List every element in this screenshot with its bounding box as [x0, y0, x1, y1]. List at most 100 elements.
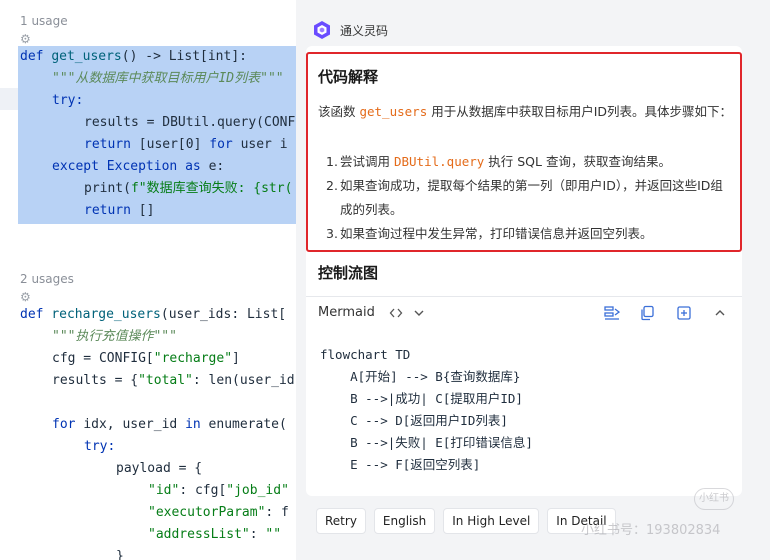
- docstring: """从数据库中获取目标用户ID列表""": [52, 71, 284, 86]
- keyword: as: [185, 159, 209, 174]
- code-line: cfg = CONFIG["recharge"]: [52, 348, 240, 370]
- code-text: (user_ids: List[: [160, 307, 287, 322]
- explain-steps: 1. 尝试调用 DBUtil.query 执行 SQL 查询，获取查询结果。 2.…: [318, 150, 732, 246]
- keyword: def: [20, 307, 52, 322]
- explain-intro: 该函数 get_users 用于从数据库中获取目标用户ID列表。具体步骤如下：: [318, 100, 732, 124]
- string: "executorParam": [148, 505, 266, 520]
- code-line: return []: [84, 200, 154, 222]
- code-text: : len(user_id: [192, 373, 295, 388]
- inline-code: DBUtil.query: [393, 154, 485, 169]
- code-line: "id": cfg["job_id": [148, 480, 289, 502]
- list-item: 3. 如果查询过程中发生异常，打印错误信息并返回空列表。: [318, 222, 732, 246]
- step-number: 2.: [326, 178, 338, 193]
- ai-hint-icon[interactable]: ⚙: [20, 32, 31, 46]
- code-line: payload = {: [116, 458, 202, 480]
- step-text: 尝试调用: [340, 154, 394, 169]
- code-text: []: [138, 203, 155, 218]
- usage-hint[interactable]: 2 usages: [20, 272, 74, 286]
- code-text: e:: [208, 159, 225, 174]
- code-line: print(f"数据库查询失败: {str(: [84, 178, 292, 200]
- editor-gutter: [0, 0, 18, 560]
- watermark-badge: 小红书: [694, 488, 734, 510]
- code-line: try:: [52, 90, 83, 112]
- gutter-highlight: [0, 88, 18, 110]
- chevron-up-icon[interactable]: [712, 305, 728, 321]
- tongyi-logo-icon: [314, 21, 330, 39]
- code-text: : cfg[: [179, 483, 227, 498]
- code-text: payload = {: [116, 461, 203, 476]
- code-line: except Exception as e:: [52, 156, 224, 178]
- function-name: recharge_users: [51, 307, 161, 322]
- code-text: ]: [232, 351, 240, 366]
- code-block-header: Mermaid: [306, 296, 742, 328]
- code-line: """从数据库中获取目标用户ID列表""": [52, 68, 284, 90]
- keyword: for: [52, 417, 84, 432]
- code-text: print(: [84, 181, 131, 196]
- mermaid-code: flowchart TD A[开始] --> B{查询数据库} B -->|成功…: [320, 347, 533, 472]
- code-text: :: [249, 527, 266, 542]
- new-file-icon[interactable]: [676, 305, 692, 321]
- action-buttons: Retry English In High Level In Detail: [316, 508, 616, 534]
- string: "": [265, 527, 282, 542]
- string: "recharge": [153, 351, 233, 366]
- code-text: }: [116, 549, 124, 560]
- string: "job_id": [226, 483, 289, 498]
- step-text: 如果查询成功，提取每个结果的第一列（即用户ID），并返回这些ID组成的列表。: [340, 178, 723, 217]
- code-line: """执行充值操作""": [52, 326, 177, 348]
- code-brackets-icon[interactable]: [389, 306, 403, 320]
- intro-text: 用于从数据库中获取目标用户ID列表。具体步骤如下：: [427, 104, 733, 119]
- code-line: }: [116, 546, 124, 560]
- keyword: for: [209, 137, 241, 152]
- code-line: results = DBUtil.query(CONF: [84, 112, 295, 134]
- step-number: 1.: [326, 154, 338, 169]
- docstring: """执行充值操作""": [52, 329, 177, 344]
- code-text: : f: [265, 505, 289, 520]
- keyword: try:: [52, 93, 84, 108]
- code-line: results = {"total": len(user_id: [52, 370, 295, 392]
- step-text: 执行 SQL 查询，获取查询结果。: [484, 154, 671, 169]
- code-language-label: Mermaid: [318, 305, 375, 320]
- keyword: Exception: [106, 159, 186, 174]
- code-line: def recharge_users(user_ids: List[: [20, 304, 286, 326]
- step-text: 如果查询过程中发生异常，打印错误信息并返回空列表。: [340, 226, 653, 241]
- high-level-button[interactable]: In High Level: [443, 508, 540, 534]
- list-item: 1. 尝试调用 DBUtil.query 执行 SQL 查询，获取查询结果。: [318, 150, 732, 174]
- retry-button[interactable]: Retry: [316, 508, 366, 534]
- inline-code: get_users: [359, 104, 428, 119]
- intro-text: 该函数: [318, 104, 360, 119]
- keyword: return: [84, 137, 139, 152]
- copy-icon[interactable]: [640, 305, 656, 321]
- code-text: results = {: [52, 373, 139, 388]
- code-line: return [user[0] for user i: [84, 134, 288, 156]
- keyword: except: [52, 159, 107, 174]
- panel-title: 通义灵码: [340, 23, 389, 38]
- string: "addressList": [148, 527, 250, 542]
- keyword: return: [84, 203, 139, 218]
- code-text: () -> List[int]:: [121, 49, 247, 64]
- usage-hint[interactable]: 1 usage: [20, 14, 68, 28]
- keyword: in: [185, 417, 209, 432]
- string: f"数据库查询失败: {str(: [130, 181, 293, 196]
- watermark: 小红书号：193802834: [581, 523, 721, 538]
- code-text: idx, user_id: [83, 417, 186, 432]
- assistant-panel: 通义灵码 代码解释 该函数 get_users 用于从数据库中获取目标用户ID列…: [296, 0, 770, 560]
- panel-header: 通义灵码: [312, 14, 388, 46]
- keyword: def: [20, 49, 52, 64]
- code-text: user i: [240, 137, 288, 152]
- ai-hint-icon[interactable]: ⚙: [20, 290, 31, 304]
- code-line: try:: [84, 436, 115, 458]
- list-item: 2. 如果查询成功，提取每个结果的第一列（即用户ID），并返回这些ID组成的列表。: [318, 174, 732, 222]
- chevron-down-icon[interactable]: [413, 307, 425, 319]
- code-editor[interactable]: 1 usage ⚙ def get_users() -> List[int]: …: [0, 0, 296, 560]
- english-button[interactable]: English: [373, 508, 436, 534]
- code-text: enumerate(: [208, 417, 287, 432]
- function-name: get_users: [51, 49, 122, 64]
- code-line: def get_users() -> List[int]:: [20, 46, 247, 68]
- string: "total": [138, 373, 193, 388]
- string: "id": [148, 483, 180, 498]
- code-line: for idx, user_id in enumerate(: [52, 414, 287, 436]
- keyword: try:: [84, 439, 116, 454]
- insert-code-icon[interactable]: [604, 305, 620, 321]
- flow-title: 控制流图: [318, 264, 379, 282]
- step-number: 3.: [326, 226, 338, 241]
